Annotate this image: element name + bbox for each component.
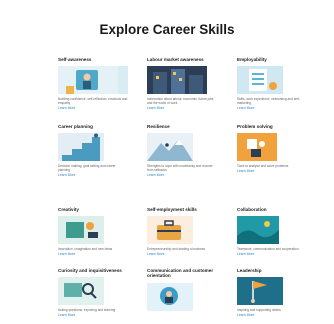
skill-card-title[interactable]: Leadership: [237, 268, 307, 273]
skill-card-self-awareness[interactable]: Self-awareness Building confidence, self…: [58, 57, 128, 110]
skill-card-curiosity[interactable]: Curiosity and inquisitiveness Asking que…: [58, 268, 128, 317]
skill-card-self-employment[interactable]: Self-employment skills Entrepreneurship …: [147, 207, 217, 256]
skill-card-title[interactable]: Curiosity and inquisitiveness: [58, 268, 128, 273]
skill-card-employability[interactable]: Employability Skills, work experience, n…: [237, 57, 307, 110]
skill-card-description: Decision making, goal setting and career…: [58, 164, 116, 173]
skill-card-title[interactable]: Collaboration: [237, 207, 307, 212]
skill-card-description: Strengths to cope with uncertainty and r…: [147, 164, 213, 173]
learn-more-link[interactable]: Learn More: [237, 106, 307, 110]
skill-card-resilience[interactable]: Resilience Strengths to cope with uncert…: [147, 124, 217, 177]
learn-more-link[interactable]: Learn More: [237, 252, 307, 256]
skill-card-leadership[interactable]: Leadership Inspiring and supporting othe…: [237, 268, 307, 317]
skill-card-description: Asking questions, exploring and learning: [58, 308, 116, 313]
skill-card-title[interactable]: Self-employment skills: [147, 207, 217, 212]
skill-card-description: Building confidence, self-reflection, em…: [58, 97, 128, 106]
flag-icon[interactable]: [237, 277, 307, 306]
magnifier-icon[interactable]: [58, 277, 128, 306]
skill-card-creativity[interactable]: Creativity Innovation, imagination and n…: [58, 207, 128, 256]
skill-card-title[interactable]: Self-awareness: [58, 57, 128, 62]
mountain-climber-icon[interactable]: [147, 133, 217, 162]
skill-card-description: Entrepreneurship and starting a business: [147, 247, 206, 252]
wave-icon[interactable]: [237, 216, 307, 245]
learn-more-link[interactable]: Learn More: [58, 173, 128, 177]
learn-more-link[interactable]: Learn More: [147, 173, 217, 177]
skill-card-title[interactable]: Resilience: [147, 124, 217, 129]
skill-card-description: Skills, work experience, networking and …: [237, 97, 300, 106]
skill-card-description: Innovation, imagination and new ideas: [58, 247, 113, 252]
skill-card-title[interactable]: Communication and customer orientation: [147, 268, 217, 279]
skill-card-description: Inspiring and supporting others: [237, 308, 281, 313]
learn-more-link[interactable]: Learn More: [237, 313, 307, 317]
office-building-icon[interactable]: [147, 66, 217, 95]
learn-more-link[interactable]: Learn More: [147, 106, 217, 110]
paint-icon[interactable]: [58, 216, 128, 245]
skill-card-career-planning[interactable]: Career planning Decision making, goal se…: [58, 124, 128, 177]
learn-more-link[interactable]: Learn More: [147, 252, 217, 256]
briefcase-icon[interactable]: [147, 216, 217, 245]
skill-card-communication[interactable]: Communication and customer orientation: [147, 268, 217, 314]
learn-more-link[interactable]: Learn More: [58, 252, 128, 256]
skill-card-problem-solving[interactable]: Problem solving Tools to analyse and sol…: [237, 124, 307, 173]
skill-card-title[interactable]: Creativity: [58, 207, 128, 212]
skill-card-collaboration[interactable]: Collaboration Teamwork, communication an…: [237, 207, 307, 256]
skill-card-title[interactable]: Labour market awareness: [147, 57, 217, 62]
skill-card-description: Tools to analyse and solve problems: [237, 164, 289, 169]
stairs-icon[interactable]: [58, 133, 128, 162]
page-title: Explore Career Skills: [99, 22, 235, 37]
skill-card-title[interactable]: Employability: [237, 57, 307, 62]
skill-card-description: Information about labour, economic, futu…: [147, 97, 214, 106]
learn-more-link[interactable]: Learn More: [237, 169, 307, 173]
skill-card-title[interactable]: Career planning: [58, 124, 128, 129]
skill-card-title[interactable]: Problem solving: [237, 124, 307, 129]
learn-more-link[interactable]: Learn More: [58, 313, 128, 317]
skill-card-labour-market[interactable]: Labour market awareness Information abou…: [147, 57, 217, 110]
learn-more-link[interactable]: Learn More: [58, 106, 128, 110]
skill-card-description: Teamwork, communication and cooperation: [237, 247, 299, 252]
speech-bubble-icon[interactable]: [147, 282, 217, 311]
person-mirror-icon[interactable]: [58, 66, 128, 95]
checklist-icon[interactable]: [237, 66, 307, 95]
puzzle-icon[interactable]: [237, 133, 307, 162]
